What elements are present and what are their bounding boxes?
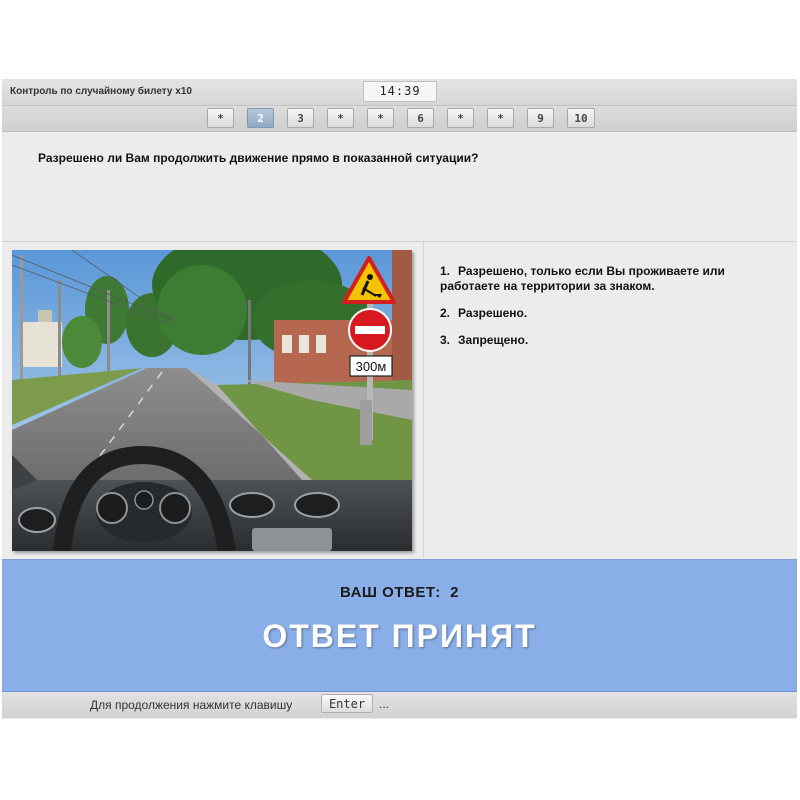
question-tab-3[interactable]: 3 bbox=[287, 108, 314, 128]
no-entry-sign-icon bbox=[348, 308, 392, 352]
question-panel: Разрешено ли Вам продолжить движение пря… bbox=[2, 132, 797, 242]
answer-number: 3. bbox=[440, 333, 451, 347]
answer-option-3[interactable]: 3. Запрещено. bbox=[440, 333, 780, 348]
continue-ellipsis: ... bbox=[379, 697, 390, 711]
question-tab-8[interactable]: * bbox=[487, 108, 514, 128]
exam-title: Контроль по случайному билету x10 bbox=[10, 86, 192, 97]
distance-plate-text: 300м bbox=[356, 359, 387, 374]
question-tab-5[interactable]: * bbox=[367, 108, 394, 128]
answer-option-2[interactable]: 2. Разрешено. bbox=[440, 306, 780, 321]
enter-key-button[interactable]: Enter bbox=[321, 694, 373, 713]
title-bar: Контроль по случайному билету x10 14:39 bbox=[2, 79, 797, 106]
result-banner: ВАШ ОТВЕТ: 2 ОТВЕТ ПРИНЯТ bbox=[2, 559, 797, 692]
answer-text: Запрещено. bbox=[458, 333, 529, 347]
answer-list: 1. Разрешено, только если Вы проживаете и… bbox=[440, 264, 780, 360]
question-text: Разрешено ли Вам продолжить движение пря… bbox=[38, 151, 479, 165]
answer-option-1[interactable]: 1. Разрешено, только если Вы проживаете и… bbox=[440, 264, 780, 294]
situation-photo: 300м bbox=[12, 250, 412, 551]
question-tab-10[interactable]: 10 bbox=[567, 108, 595, 128]
question-tab-4[interactable]: * bbox=[327, 108, 354, 128]
answer-accepted-status: ОТВЕТ ПРИНЯТ bbox=[262, 618, 537, 654]
question-navigation: * 2 3 * * 6 * * 9 10 bbox=[2, 106, 797, 132]
photo-panel: 300м bbox=[2, 242, 424, 558]
question-tab-2[interactable]: 2 bbox=[247, 108, 274, 128]
footer-bar: Для продолжения нажмите клавишу Enter ..… bbox=[2, 692, 797, 718]
answer-text: Разрешено. bbox=[458, 306, 528, 320]
question-tab-6[interactable]: 6 bbox=[407, 108, 434, 128]
countdown-timer: 14:39 bbox=[363, 81, 437, 102]
your-answer-label: ВАШ ОТВЕТ: 2 bbox=[340, 584, 459, 601]
question-tab-9[interactable]: 9 bbox=[527, 108, 554, 128]
exam-window: Контроль по случайному билету x10 14:39 … bbox=[2, 79, 797, 719]
question-body: 300м 1. Разрешено, только если Вы прожив… bbox=[2, 242, 797, 558]
question-tab-7[interactable]: * bbox=[447, 108, 474, 128]
continue-prompt: Для продолжения нажмите клавишу bbox=[90, 698, 293, 712]
question-tab-1[interactable]: * bbox=[207, 108, 234, 128]
answer-text: Разрешено, только если Вы проживаете или… bbox=[440, 264, 725, 293]
answer-number: 2. bbox=[440, 306, 451, 320]
answer-number: 1. bbox=[440, 264, 451, 278]
